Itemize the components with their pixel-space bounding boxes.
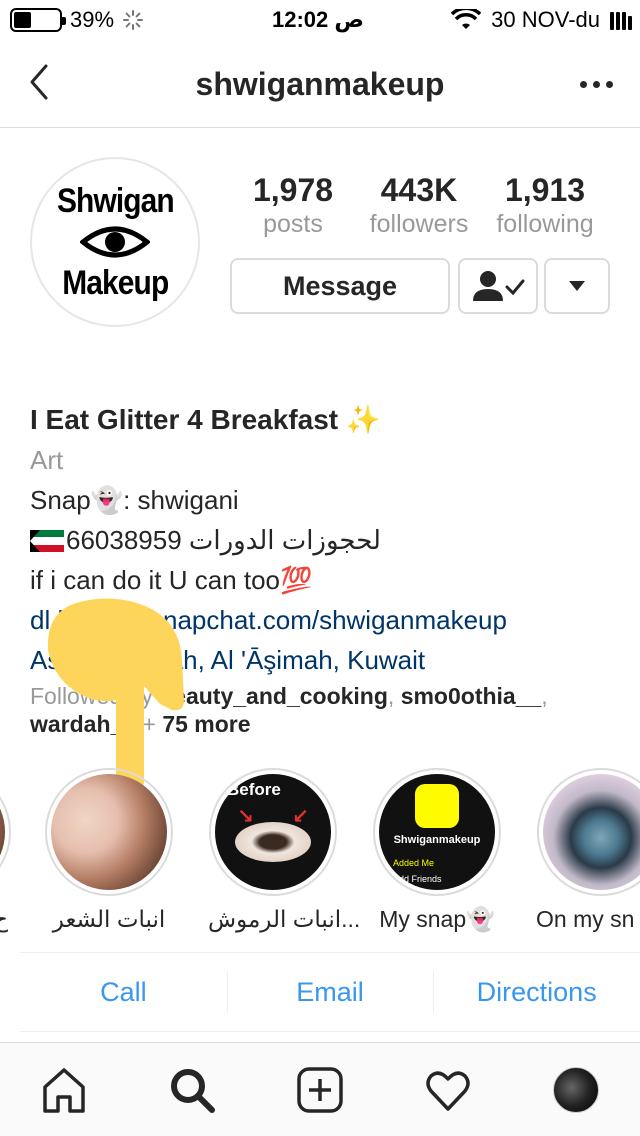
following-count: 1,913: [504, 172, 586, 208]
highlight-item[interactable]: ح: [0, 768, 12, 934]
caret-down-icon: [569, 281, 585, 291]
highlight-item[interactable]: On my sn: [536, 768, 640, 934]
followers-label: followers: [369, 210, 469, 238]
followed-by-prefix: Followed by: [30, 683, 160, 709]
directions-button[interactable]: Directions: [433, 953, 640, 1031]
profile-stats: 1,978 posts 443K followers 1,913 followi…: [230, 172, 610, 240]
profile-name: I Eat Glitter 4 Breakfast ✨: [30, 404, 381, 435]
person-check-icon: [473, 271, 525, 301]
eye-logo-icon: [80, 226, 150, 258]
snap-username: Shwiganmakeup: [393, 834, 481, 846]
followed-by-sep: ,: [387, 683, 401, 709]
followed-by-more: 75 more: [162, 711, 251, 737]
profile-avatar[interactable]: Shwigan Makeup: [30, 157, 200, 327]
battery-percent: 39%: [70, 7, 115, 32]
highlight-ring: Before ↘ ↙: [209, 768, 337, 896]
followers-count: 443K: [380, 172, 458, 208]
status-bar: 39% 12:02 ص 30 NOV-du: [0, 0, 640, 40]
search-icon: [171, 1068, 215, 1113]
eye-photo: [235, 822, 311, 862]
highlight-item[interactable]: Shwiganmakeup Added Me Add Friends My sn…: [372, 768, 502, 934]
contact-options: Call Email Directions: [20, 952, 640, 1032]
profile-avatar-icon: [553, 1066, 599, 1113]
tab-home[interactable]: [32, 1058, 96, 1122]
bottom-tab-bar: [0, 1042, 640, 1136]
kuwait-flag-icon: [30, 530, 64, 552]
signal-bars-icon: [610, 10, 632, 30]
highlight-thumbnail: [543, 774, 640, 890]
following-stat[interactable]: 1,913 following: [482, 172, 608, 240]
bio-motto-line: if i can do it U can too💯: [30, 565, 313, 595]
tab-new-post[interactable]: [288, 1058, 352, 1122]
highlight-label: My snap👻: [379, 906, 495, 932]
profile-header-bar: shwiganmakeup: [0, 40, 640, 128]
more-options-button[interactable]: [574, 66, 618, 102]
posts-count: 1,978: [252, 172, 334, 208]
highlight-label: انبات الرموش...: [208, 906, 361, 932]
followed-by-plus: +: [136, 711, 163, 737]
tab-search[interactable]: [160, 1058, 224, 1122]
highlight-thumbnail: [51, 774, 167, 890]
highlight-ring: [537, 768, 640, 896]
add-post-icon: [297, 1066, 343, 1113]
bio-website-link[interactable]: dl.boxapp.snapchat.com/shwiganmakeup: [30, 600, 620, 640]
call-button[interactable]: Call: [20, 953, 227, 1031]
followers-stat[interactable]: 443K followers: [356, 172, 482, 240]
highlight-ring: [45, 768, 173, 896]
avatar-logo-bottom: Makeup: [61, 264, 169, 302]
heart-icon: [426, 1070, 470, 1111]
snap-added-me: Added Me: [393, 858, 435, 868]
highlight-before-text: Before: [227, 780, 281, 799]
posts-label: posts: [263, 210, 323, 238]
home-icon: [43, 1067, 85, 1113]
profile-bio: I Eat Glitter 4 Breakfast ✨ Art Snap👻: s…: [30, 400, 620, 738]
email-button[interactable]: Email: [226, 953, 434, 1031]
followed-by-sep: ,: [541, 683, 548, 709]
status-left: 39%: [10, 7, 144, 33]
following-button[interactable]: [458, 258, 538, 314]
highlight-thumbnail: [0, 774, 5, 890]
followed-by-text[interactable]: Followed by beauty_and_cooking, smo0othi…: [30, 682, 620, 738]
highlight-item[interactable]: انبات الشعر: [44, 768, 174, 934]
highlight-label: On my sn: [536, 906, 635, 932]
avatar-logo-top: Shwigan: [56, 182, 175, 220]
highlight-label: ح: [0, 906, 8, 932]
tab-profile[interactable]: [544, 1058, 608, 1122]
highlight-thumbnail: Before ↘ ↙: [215, 774, 331, 890]
followed-by-user-1: beauty_and_cooking: [159, 683, 388, 709]
highlight-label: انبات الشعر: [52, 906, 166, 932]
carrier-name: 30 NOV-du: [491, 7, 600, 32]
posts-stat[interactable]: 1,978 posts: [230, 172, 356, 240]
story-highlights: ح انبات الشعر Before ↘ ↙ انبات الرموش...…: [0, 768, 640, 948]
profile-category: Art: [30, 445, 64, 475]
bio-snap-line: Snap👻: shwigani: [30, 485, 239, 515]
tab-activity[interactable]: [416, 1058, 480, 1122]
bio-phone-line: 66038959 لحجوزات الدورات: [30, 520, 620, 560]
more-dots-icon: [579, 80, 587, 88]
wifi-icon: [451, 9, 482, 29]
message-button[interactable]: Message: [230, 258, 450, 314]
following-label: following: [496, 210, 594, 238]
status-right: 30 NOV-du: [451, 7, 632, 33]
highlight-ring: [0, 768, 11, 896]
status-time: 12:02 ص: [272, 7, 364, 32]
battery-icon: [10, 8, 66, 32]
highlight-thumbnail: Shwiganmakeup Added Me Add Friends: [379, 774, 495, 890]
highlight-item[interactable]: Before ↘ ↙ انبات الرموش...: [208, 768, 361, 934]
bio-location-link[interactable]: Ash Shamiyah, Al 'Āşimah, Kuwait: [30, 640, 620, 680]
followed-by-user-3: wardah_4: [30, 711, 137, 737]
snap-add-friends: Add Friends: [393, 874, 442, 884]
page-title: shwiganmakeup: [195, 66, 445, 102]
loading-spinner-icon: [123, 10, 144, 30]
bio-phone-text: 66038959 لحجوزات الدورات: [66, 525, 381, 555]
highlight-ring: Shwiganmakeup Added Me Add Friends: [373, 768, 501, 896]
followed-by-user-2: smo0othia__: [400, 683, 542, 709]
snapcode-icon: [415, 784, 459, 828]
suggested-dropdown-button[interactable]: [544, 258, 610, 314]
